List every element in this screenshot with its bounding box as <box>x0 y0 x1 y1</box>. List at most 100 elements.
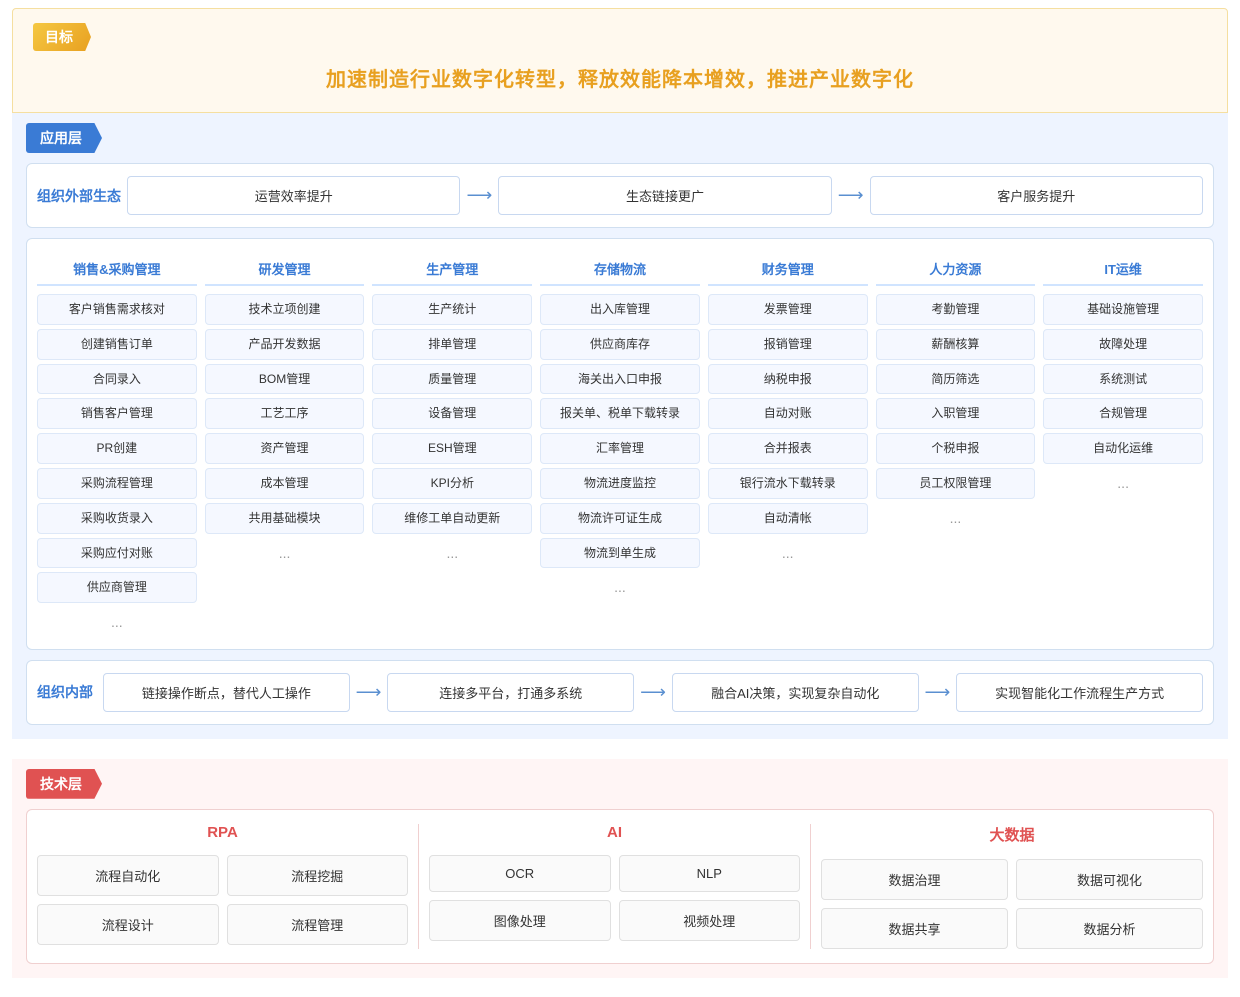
module-item-3-3: 报关单、税单下载转录 <box>540 398 700 429</box>
inner-arrow-1: ⟶ <box>640 682 666 703</box>
module-item-3-4: 汇率管理 <box>540 433 700 464</box>
module-header-1: 研发管理 <box>205 253 365 286</box>
tech-row-1-0: OCRNLP <box>429 855 800 892</box>
module-header-6: IT运维 <box>1043 253 1203 286</box>
module-item-5-2: 简历筛选 <box>876 364 1036 395</box>
module-col-3: 存储物流出入库管理供应商库存海关出入口申报报关单、税单下载转录汇率管理物流进度监… <box>540 253 700 639</box>
module-item-0-3: 销售客户管理 <box>37 398 197 429</box>
module-item-4-0: 发票管理 <box>708 294 868 325</box>
tech-item-0-0-0: 流程自动化 <box>37 855 219 896</box>
tech-layer-badge: 技术层 <box>26 769 102 799</box>
tech-item-0-1-1: 流程管理 <box>227 904 409 945</box>
module-item-6-4: 自动化运维 <box>1043 433 1203 464</box>
tech-section: 技术层 RPA流程自动化流程挖掘流程设计流程管理AIOCRNLP图像处理视频处理… <box>12 759 1228 978</box>
tech-item-1-1-1: 视频处理 <box>619 900 801 941</box>
eco-arrow-0: ⟶ <box>466 185 492 206</box>
goal-title: 加速制造行业数字化转型，释放效能降本增效，推进产业数字化 <box>33 57 1207 98</box>
inner-item-3: 实现智能化工作流程生产方式 <box>956 673 1203 712</box>
module-item-3-0: 出入库管理 <box>540 294 700 325</box>
tech-item-1-0-1: NLP <box>619 855 801 892</box>
goal-section: 目标 加速制造行业数字化转型，释放效能降本增效，推进产业数字化 <box>12 8 1228 113</box>
module-item-5-6: ... <box>876 503 1036 535</box>
module-item-6-0: 基础设施管理 <box>1043 294 1203 325</box>
module-item-0-5: 采购流程管理 <box>37 468 197 499</box>
outer-eco-row: 组织外部生态 运营效率提升 ⟶ 生态链接更广 ⟶ 客户服务提升 <box>26 163 1214 228</box>
module-item-3-1: 供应商库存 <box>540 329 700 360</box>
module-item-6-1: 故障处理 <box>1043 329 1203 360</box>
app-layer-badge: 应用层 <box>26 123 102 153</box>
app-section: 应用层 组织外部生态 运营效率提升 ⟶ 生态链接更广 ⟶ 客户服务提升 销售&采… <box>12 113 1228 739</box>
module-item-3-5: 物流进度监控 <box>540 468 700 499</box>
module-item-0-1: 创建销售订单 <box>37 329 197 360</box>
module-item-4-1: 报销管理 <box>708 329 868 360</box>
tech-row-0-0: 流程自动化流程挖掘 <box>37 855 408 896</box>
module-item-3-6: 物流许可证生成 <box>540 503 700 534</box>
module-item-2-2: 质量管理 <box>372 364 532 395</box>
module-item-1-2: BOM管理 <box>205 364 365 395</box>
module-item-2-4: ESH管理 <box>372 433 532 464</box>
module-item-3-8: ... <box>540 572 700 604</box>
module-item-6-2: 系统测试 <box>1043 364 1203 395</box>
module-item-2-6: 维修工单自动更新 <box>372 503 532 534</box>
tech-row-0-1: 流程设计流程管理 <box>37 904 408 945</box>
inner-org-row: 组织内部 链接操作断点，替代人工操作⟶连接多平台，打通多系统⟶融合AI决策，实现… <box>26 660 1214 725</box>
module-item-2-1: 排单管理 <box>372 329 532 360</box>
eco-item-1: 生态链接更广 <box>498 176 831 215</box>
module-col-4: 财务管理发票管理报销管理纳税申报自动对账合并报表银行流水下载转录自动清帐... <box>708 253 868 639</box>
eco-item-0: 运营效率提升 <box>127 176 460 215</box>
tech-row-1-1: 图像处理视频处理 <box>429 900 800 941</box>
inner-org-label: 组织内部 <box>37 682 103 702</box>
module-item-5-3: 入职管理 <box>876 398 1036 429</box>
module-item-1-1: 产品开发数据 <box>205 329 365 360</box>
goal-badge: 目标 <box>33 23 91 51</box>
module-item-0-2: 合同录入 <box>37 364 197 395</box>
module-col-5: 人力资源考勤管理薪酬核算简历筛选入职管理个税申报员工权限管理... <box>876 253 1036 639</box>
tech-title-1: AI <box>429 824 800 847</box>
module-header-3: 存储物流 <box>540 253 700 286</box>
module-item-4-2: 纳税申报 <box>708 364 868 395</box>
module-header-5: 人力资源 <box>876 253 1036 286</box>
tech-item-2-1-0: 数据共享 <box>821 908 1008 949</box>
module-item-1-4: 资产管理 <box>205 433 365 464</box>
module-col-2: 生产管理生产统计排单管理质量管理设备管理ESH管理KPI分析维修工单自动更新..… <box>372 253 532 639</box>
module-item-4-7: ... <box>708 538 868 570</box>
module-col-1: 研发管理技术立项创建产品开发数据BOM管理工艺工序资产管理成本管理共用基础模块.… <box>205 253 365 639</box>
module-item-0-4: PR创建 <box>37 433 197 464</box>
inner-org-items: 链接操作断点，替代人工操作⟶连接多平台，打通多系统⟶融合AI决策，实现复杂自动化… <box>103 673 1203 712</box>
module-item-5-1: 薪酬核算 <box>876 329 1036 360</box>
module-col-6: IT运维基础设施管理故障处理系统测试合规管理自动化运维... <box>1043 253 1203 639</box>
module-item-1-0: 技术立项创建 <box>205 294 365 325</box>
tech-col-1: AI OCRNLP 图像处理视频处理 <box>429 824 811 949</box>
module-item-1-6: 共用基础模块 <box>205 503 365 534</box>
modules-grid: 销售&采购管理客户销售需求核对创建销售订单合同录入销售客户管理PR创建采购流程管… <box>37 253 1203 639</box>
inner-item-1: 连接多平台，打通多系统 <box>387 673 634 712</box>
module-header-4: 财务管理 <box>708 253 868 286</box>
module-item-0-7: 采购应付对账 <box>37 538 197 569</box>
module-item-5-4: 个税申报 <box>876 433 1036 464</box>
tech-grid: RPA流程自动化流程挖掘流程设计流程管理AIOCRNLP图像处理视频处理大数据数… <box>26 809 1214 964</box>
tech-title-2: 大数据 <box>821 824 1203 851</box>
module-item-3-2: 海关出入口申报 <box>540 364 700 395</box>
tech-row-2-1: 数据共享数据分析 <box>821 908 1203 949</box>
module-item-4-6: 自动清帐 <box>708 503 868 534</box>
module-item-3-7: 物流到单生成 <box>540 538 700 569</box>
eco-item-2: 客户服务提升 <box>870 176 1203 215</box>
tech-item-0-0-1: 流程挖掘 <box>227 855 409 896</box>
module-item-5-5: 员工权限管理 <box>876 468 1036 499</box>
module-header-2: 生产管理 <box>372 253 532 286</box>
inner-item-2: 融合AI决策，实现复杂自动化 <box>672 673 919 712</box>
module-item-4-5: 银行流水下载转录 <box>708 468 868 499</box>
module-col-0: 销售&采购管理客户销售需求核对创建销售订单合同录入销售客户管理PR创建采购流程管… <box>37 253 197 639</box>
tech-row-2-0: 数据治理数据可视化 <box>821 859 1203 900</box>
inner-item-0: 链接操作断点，替代人工操作 <box>103 673 350 712</box>
module-item-4-3: 自动对账 <box>708 398 868 429</box>
tech-item-2-1-1: 数据分析 <box>1016 908 1203 949</box>
tech-item-1-0-0: OCR <box>429 855 611 892</box>
module-item-2-7: ... <box>372 538 532 570</box>
tech-col-0: RPA流程自动化流程挖掘流程设计流程管理 <box>37 824 419 949</box>
module-item-1-5: 成本管理 <box>205 468 365 499</box>
module-header-0: 销售&采购管理 <box>37 253 197 286</box>
tech-title-0: RPA <box>37 824 408 847</box>
module-item-2-0: 生产统计 <box>372 294 532 325</box>
module-item-2-3: 设备管理 <box>372 398 532 429</box>
